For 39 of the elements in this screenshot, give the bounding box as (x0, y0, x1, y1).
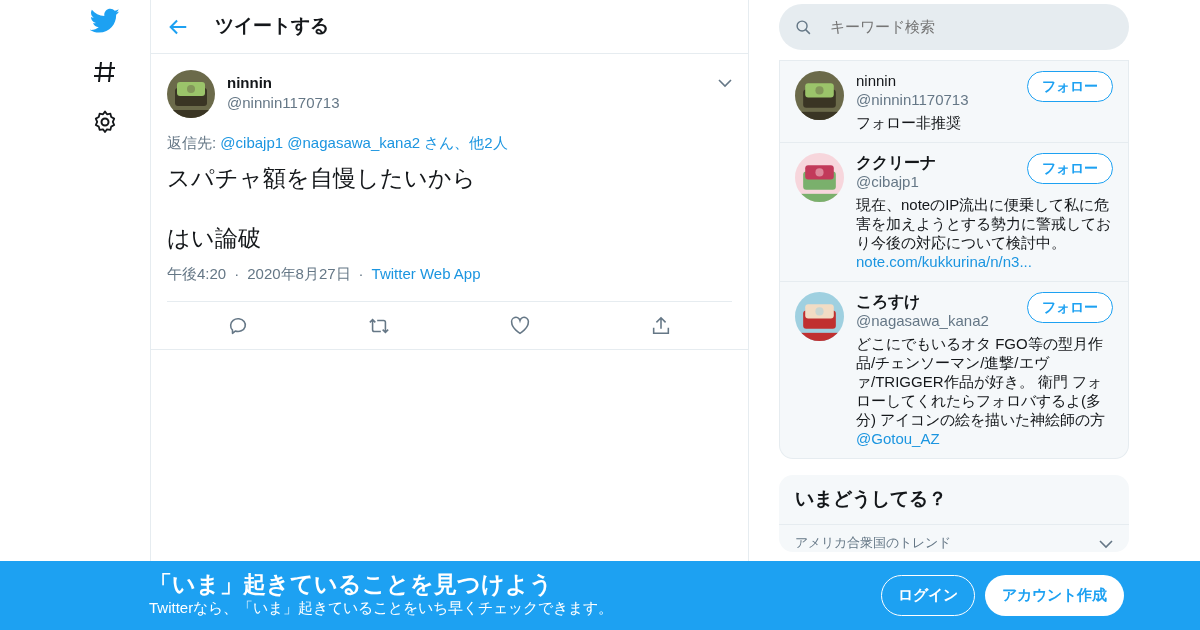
page-title: ツイートする (215, 14, 329, 39)
follow-button[interactable]: フォロー (1027, 153, 1113, 184)
user-name[interactable]: ninnin (227, 73, 710, 93)
trend-context: アメリカ合衆国のトレンド (795, 533, 951, 552)
hashtag-icon[interactable] (93, 60, 117, 84)
user-handle[interactable]: @ninnin1170713 (856, 90, 969, 109)
user-name[interactable]: ころすけ (856, 292, 989, 311)
banner-title: 「いま」起きていることを見つけよう (149, 571, 554, 598)
heart-icon[interactable] (509, 314, 532, 337)
user-handle[interactable]: @nagasawa_kana2 (856, 311, 989, 330)
search-field[interactable]: キーワード検索 (779, 4, 1129, 50)
follow-button[interactable]: フォロー (1027, 71, 1113, 102)
user-name[interactable]: ninnin (856, 71, 969, 90)
signup-button[interactable]: アカウント作成 (985, 575, 1124, 616)
user-bio: どこにでもいるオタ FGO等の型月作品/チェンソーマン/進撃/エヴァ/TRIGGER作品が好き。 衛門 フォローしてくれたらフォロバするよ(多分) アイコンの絵を描いた神絵師の方 (856, 334, 1107, 429)
search-icon (795, 17, 812, 37)
trends-title: いまどうしてる？ (779, 475, 1129, 525)
source-link[interactable]: Twitter Web App (371, 262, 481, 285)
search-input[interactable]: キーワード検索 (828, 14, 1113, 40)
bio-link[interactable]: @Gotou_AZ (856, 429, 1113, 448)
bird-logo-icon[interactable] (90, 8, 120, 34)
follow-button[interactable]: フォロー (1027, 292, 1113, 323)
user-bio: フォロー非推奨 (856, 113, 962, 132)
tweet-time: 午後4:20 (167, 263, 227, 284)
user-handle[interactable]: @ninnin1170713 (227, 93, 710, 113)
user-name[interactable]: ククリーナ (856, 153, 936, 172)
chevron-down-icon[interactable] (1099, 538, 1113, 549)
tweet-date: 2020年8月27日 (247, 263, 351, 284)
settings-icon[interactable] (93, 110, 117, 134)
separator-dot: · (358, 263, 364, 284)
bio-link[interactable]: note.com/kukkurina/n/n3... (856, 252, 1113, 271)
chevron-down-icon[interactable] (718, 78, 732, 88)
tweet-text: スパチャ額を自慢したいから (167, 163, 477, 193)
tweet-text: はい論破 (167, 223, 262, 253)
reply-to-line: 返信先: @cibajp1 @nagasawa_kana2 さん、他2人 (167, 133, 509, 153)
separator-dot: · (234, 263, 240, 284)
banner-subtitle: Twitterなら、「いま」起きていることをいち早くチェックできます。 (149, 598, 615, 619)
user-handle[interactable]: @cibajp1 (856, 172, 936, 191)
user-bio: 現在、noteのIP流出に便乗して私に危害を加えようとする勢力に警戒しており今後の対応について検討中。 (856, 195, 1112, 252)
